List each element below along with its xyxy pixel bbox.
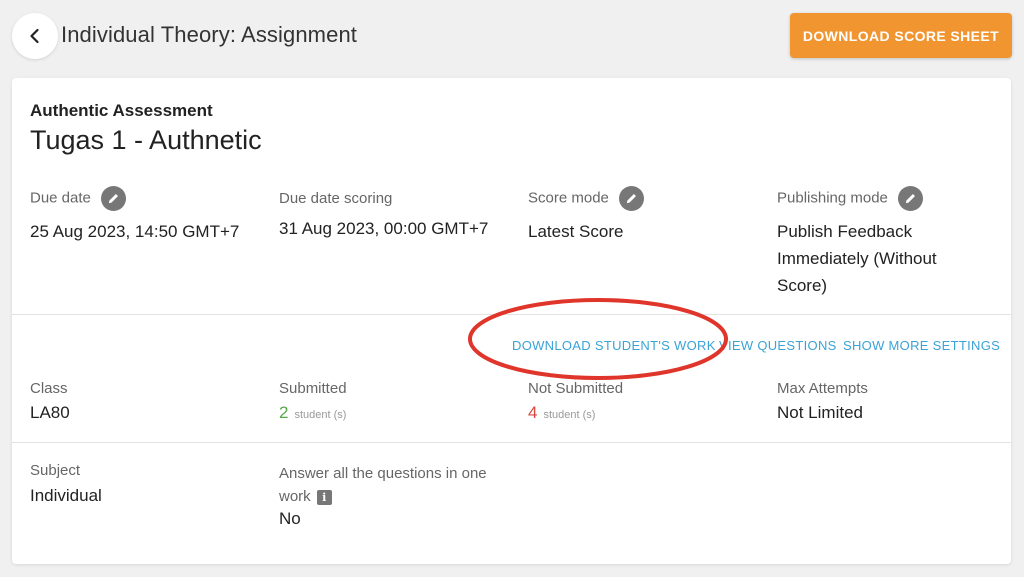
publishing-mode-label: Publishing mode xyxy=(777,189,888,207)
divider xyxy=(12,314,1011,315)
edit-due-date-button[interactable] xyxy=(101,186,127,211)
publishing-mode-value: Publish Feedback Immediately (Without Sc… xyxy=(777,218,937,299)
answer-all-label-line: work i xyxy=(279,485,487,508)
assignment-name: Tugas 1 - Authnetic xyxy=(30,125,262,155)
download-score-sheet-button[interactable]: DOWNLOAD SCORE SHEET xyxy=(790,13,1012,58)
due-date-value: 25 Aug 2023, 14:50 GMT+7 xyxy=(30,222,240,241)
publishing-mode-line: Immediately (Without xyxy=(777,249,937,268)
answer-all-label-text: work xyxy=(279,488,311,505)
publishing-mode-line: Publish Feedback xyxy=(777,222,913,241)
submitted-unit: student (s) xyxy=(294,409,347,421)
score-mode-block: Score mode xyxy=(528,186,645,211)
answer-all-label-line: Answer all the questions in one xyxy=(279,465,487,482)
edit-score-mode-button[interactable] xyxy=(619,186,645,211)
submitted-count-link[interactable]: 2 student (s) xyxy=(279,399,346,429)
pencil-icon xyxy=(906,194,916,204)
due-date-scoring-label: Due date scoring xyxy=(279,190,393,207)
not-submitted-count: 4 xyxy=(528,403,538,422)
max-attempts-label: Max Attempts xyxy=(777,380,868,397)
class-value: LA80 xyxy=(30,403,70,422)
back-button[interactable] xyxy=(12,13,58,59)
due-date-scoring-value: 31 Aug 2023, 00:00 GMT+7 xyxy=(279,219,489,238)
due-date-label: Due date xyxy=(30,189,91,207)
show-more-settings-link[interactable]: SHOW MORE SETTINGS xyxy=(843,338,1000,353)
publishing-mode-block: Publishing mode xyxy=(777,186,924,211)
not-submitted-count-link[interactable]: 4 student (s) xyxy=(528,399,595,429)
score-mode-label: Score mode xyxy=(528,189,609,207)
chevron-left-icon xyxy=(30,28,39,44)
not-submitted-label: Not Submitted xyxy=(528,380,624,397)
edit-publishing-mode-button[interactable] xyxy=(898,186,924,211)
subject-label: Subject xyxy=(30,462,81,479)
submitted-count: 2 xyxy=(279,403,289,422)
pencil-icon xyxy=(109,194,119,204)
view-questions-link[interactable]: VIEW QUESTIONS xyxy=(719,338,837,353)
due-date-block: Due date xyxy=(30,186,127,211)
info-icon[interactable]: i xyxy=(316,489,332,505)
pencil-icon xyxy=(627,194,637,204)
class-label: Class xyxy=(30,380,68,397)
score-mode-value: Latest Score xyxy=(528,222,624,241)
answer-all-label: Answer all the questions in one work i xyxy=(279,462,487,508)
not-submitted-unit: student (s) xyxy=(543,409,596,421)
divider xyxy=(12,442,1011,443)
assignment-card: Authentic Assessment Tugas 1 - Authnetic… xyxy=(12,78,1011,564)
page-title: Individual Theory: Assignment xyxy=(61,22,357,47)
download-students-work-link[interactable]: DOWNLOAD STUDENT'S WORK xyxy=(512,338,716,353)
publishing-mode-line: Score) xyxy=(777,276,828,295)
assessment-type: Authentic Assessment xyxy=(30,101,213,120)
top-bar: Individual Theory: Assignment DOWNLOAD S… xyxy=(0,0,1024,72)
submitted-label: Submitted xyxy=(279,380,347,397)
answer-all-value: No xyxy=(279,509,301,528)
max-attempts-value: Not Limited xyxy=(777,403,863,422)
subject-value: Individual xyxy=(30,486,102,505)
